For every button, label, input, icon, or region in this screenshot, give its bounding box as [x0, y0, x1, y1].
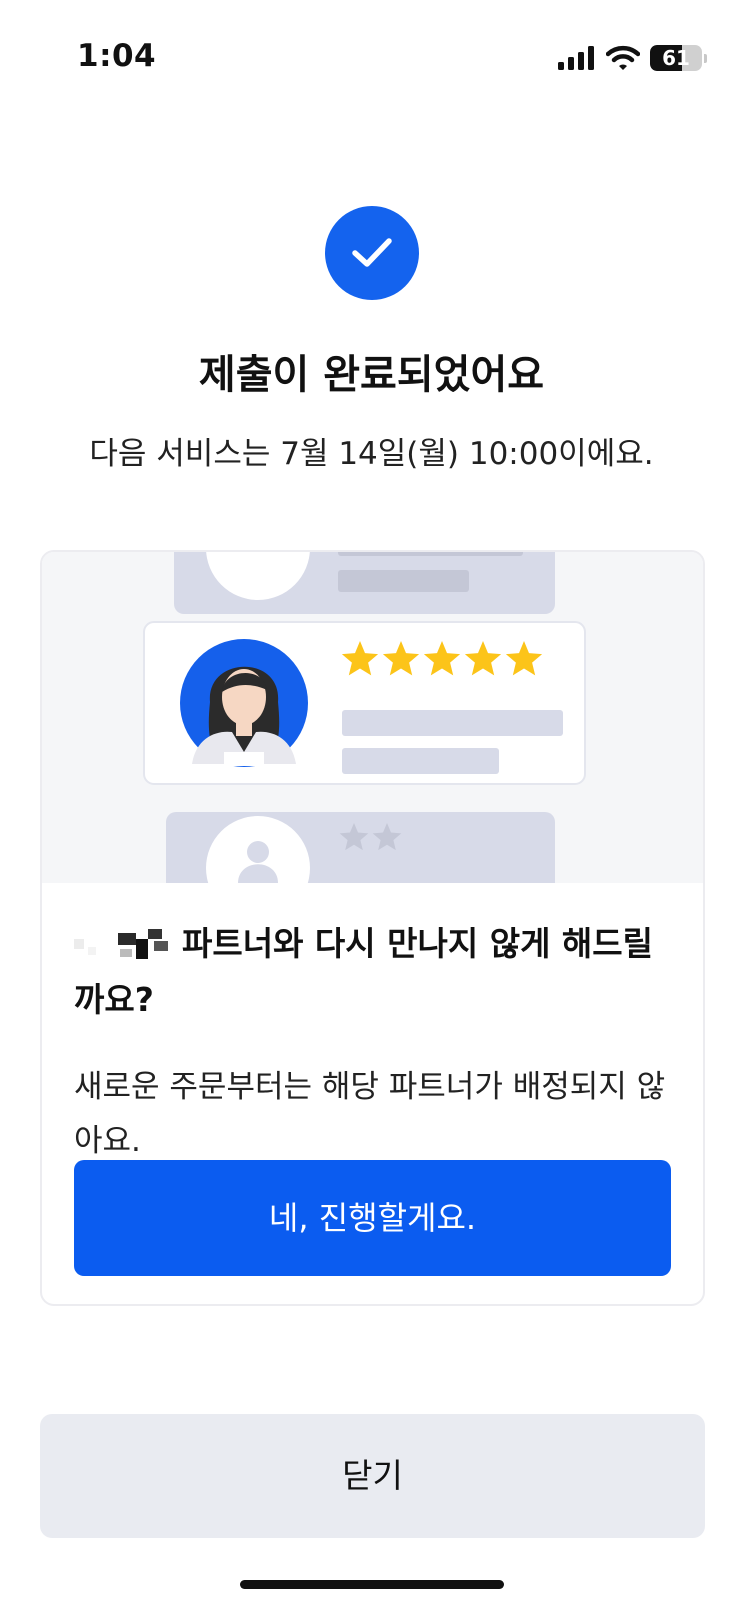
signal-icon	[558, 46, 594, 70]
review-line-2	[342, 748, 499, 774]
confirm-block-button[interactable]: 네, 진행할게요.	[74, 1160, 671, 1276]
review-line-1	[342, 710, 563, 736]
masked-partner-name	[74, 929, 168, 959]
status-time: 1:04	[77, 38, 157, 74]
wifi-icon	[606, 45, 640, 70]
next-service-text: 다음 서비스는 7월 14일(월) 10:00이에요.	[89, 436, 654, 472]
review-illustration	[42, 552, 703, 883]
battery-cap	[704, 53, 707, 63]
battery-level: 61	[662, 46, 690, 70]
check-icon	[325, 206, 419, 300]
partner-block-card: 파트너와 다시 만나지 않게 해드릴까요? 새로운 주문부터는 해당 파트너가 …	[40, 550, 705, 1306]
block-partner-question: 파트너와 다시 만나지 않게 해드릴까요?	[74, 916, 674, 1028]
status-icons: 61	[558, 44, 707, 72]
home-indicator	[240, 1580, 504, 1589]
battery-icon: 61	[650, 45, 702, 71]
page-title: 제출이 완료되었어요	[198, 352, 545, 398]
close-button[interactable]: 닫기	[40, 1414, 705, 1538]
block-partner-description: 새로운 주문부터는 해당 파트너가 배정되지 않아요.	[74, 1069, 666, 1159]
submission-complete-screen: 1:04 61 제출이 완료되었어요 다음 서비스는 7월 14일(월) 10:…	[0, 0, 743, 1608]
